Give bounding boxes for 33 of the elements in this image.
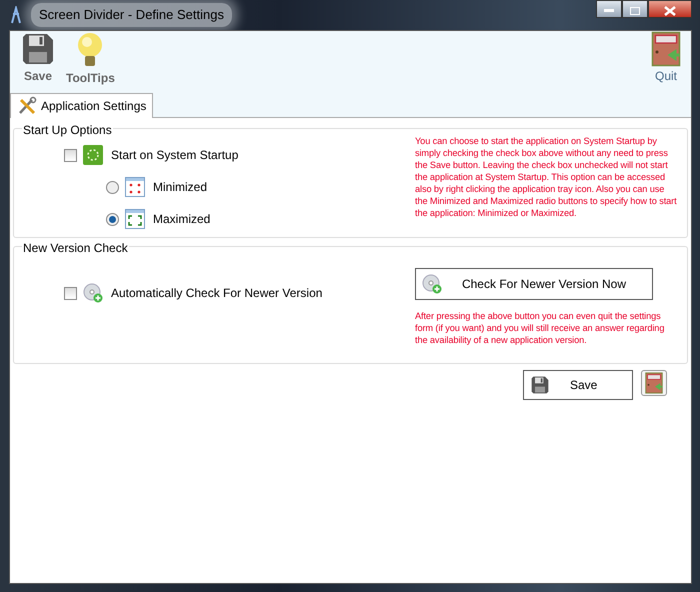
close-icon (664, 6, 676, 16)
save-button[interactable]: Save (523, 370, 633, 400)
checkbox[interactable] (64, 286, 77, 300)
disc-update-icon (83, 283, 103, 303)
tooltips-tool-button[interactable]: ToolTips (66, 31, 115, 87)
disc-update-icon (422, 274, 442, 294)
minimize-button[interactable] (596, 0, 622, 18)
checkbox-label: Automatically Check For Newer Version (111, 285, 322, 302)
app-icon (9, 6, 23, 24)
checkbox[interactable] (64, 148, 77, 162)
tools-icon (17, 96, 37, 116)
exit-button[interactable] (641, 370, 667, 396)
checkbox-label: Start on System Startup (111, 147, 238, 164)
maximize-button[interactable] (622, 0, 648, 18)
help-text: After pressing the above button you can even quit the settings form (if you want) and you will still receive an answer regarding the availability of a new application version. (415, 310, 666, 347)
minimize-icon (604, 8, 614, 13)
radio-label: Minimized (153, 179, 208, 196)
window-icon (125, 209, 145, 229)
settings-tab[interactable]: Application Settings (10, 93, 154, 118)
window-title: Screen Divider - Define Settings (31, 3, 232, 27)
exit-door-icon (644, 372, 664, 394)
startup-icon (83, 145, 103, 165)
save-tool-button[interactable]: Save (20, 31, 56, 85)
window-icon (125, 177, 145, 197)
check-version-button[interactable]: Check For Newer Version Now (415, 268, 653, 300)
close-button[interactable] (648, 0, 692, 18)
radio-button[interactable] (106, 212, 119, 226)
exit-door-icon (651, 31, 681, 67)
quit-tool-button[interactable]: Quit (651, 31, 681, 85)
maximize-icon (630, 6, 640, 15)
radio-label: Maximized (153, 211, 210, 228)
help-text: You can choose to start the application on System Startup by simply checking the check box above without any need to press the Save button. Leaving the check box unchecked will not start the application at System Startup. This option can be accessed also by right clicking the application tray icon. Also you can use the Minimized and Maximized radio buttons to specify how to start the application: Minimized or Maximized. (415, 135, 678, 220)
radio-button[interactable] (106, 180, 119, 194)
